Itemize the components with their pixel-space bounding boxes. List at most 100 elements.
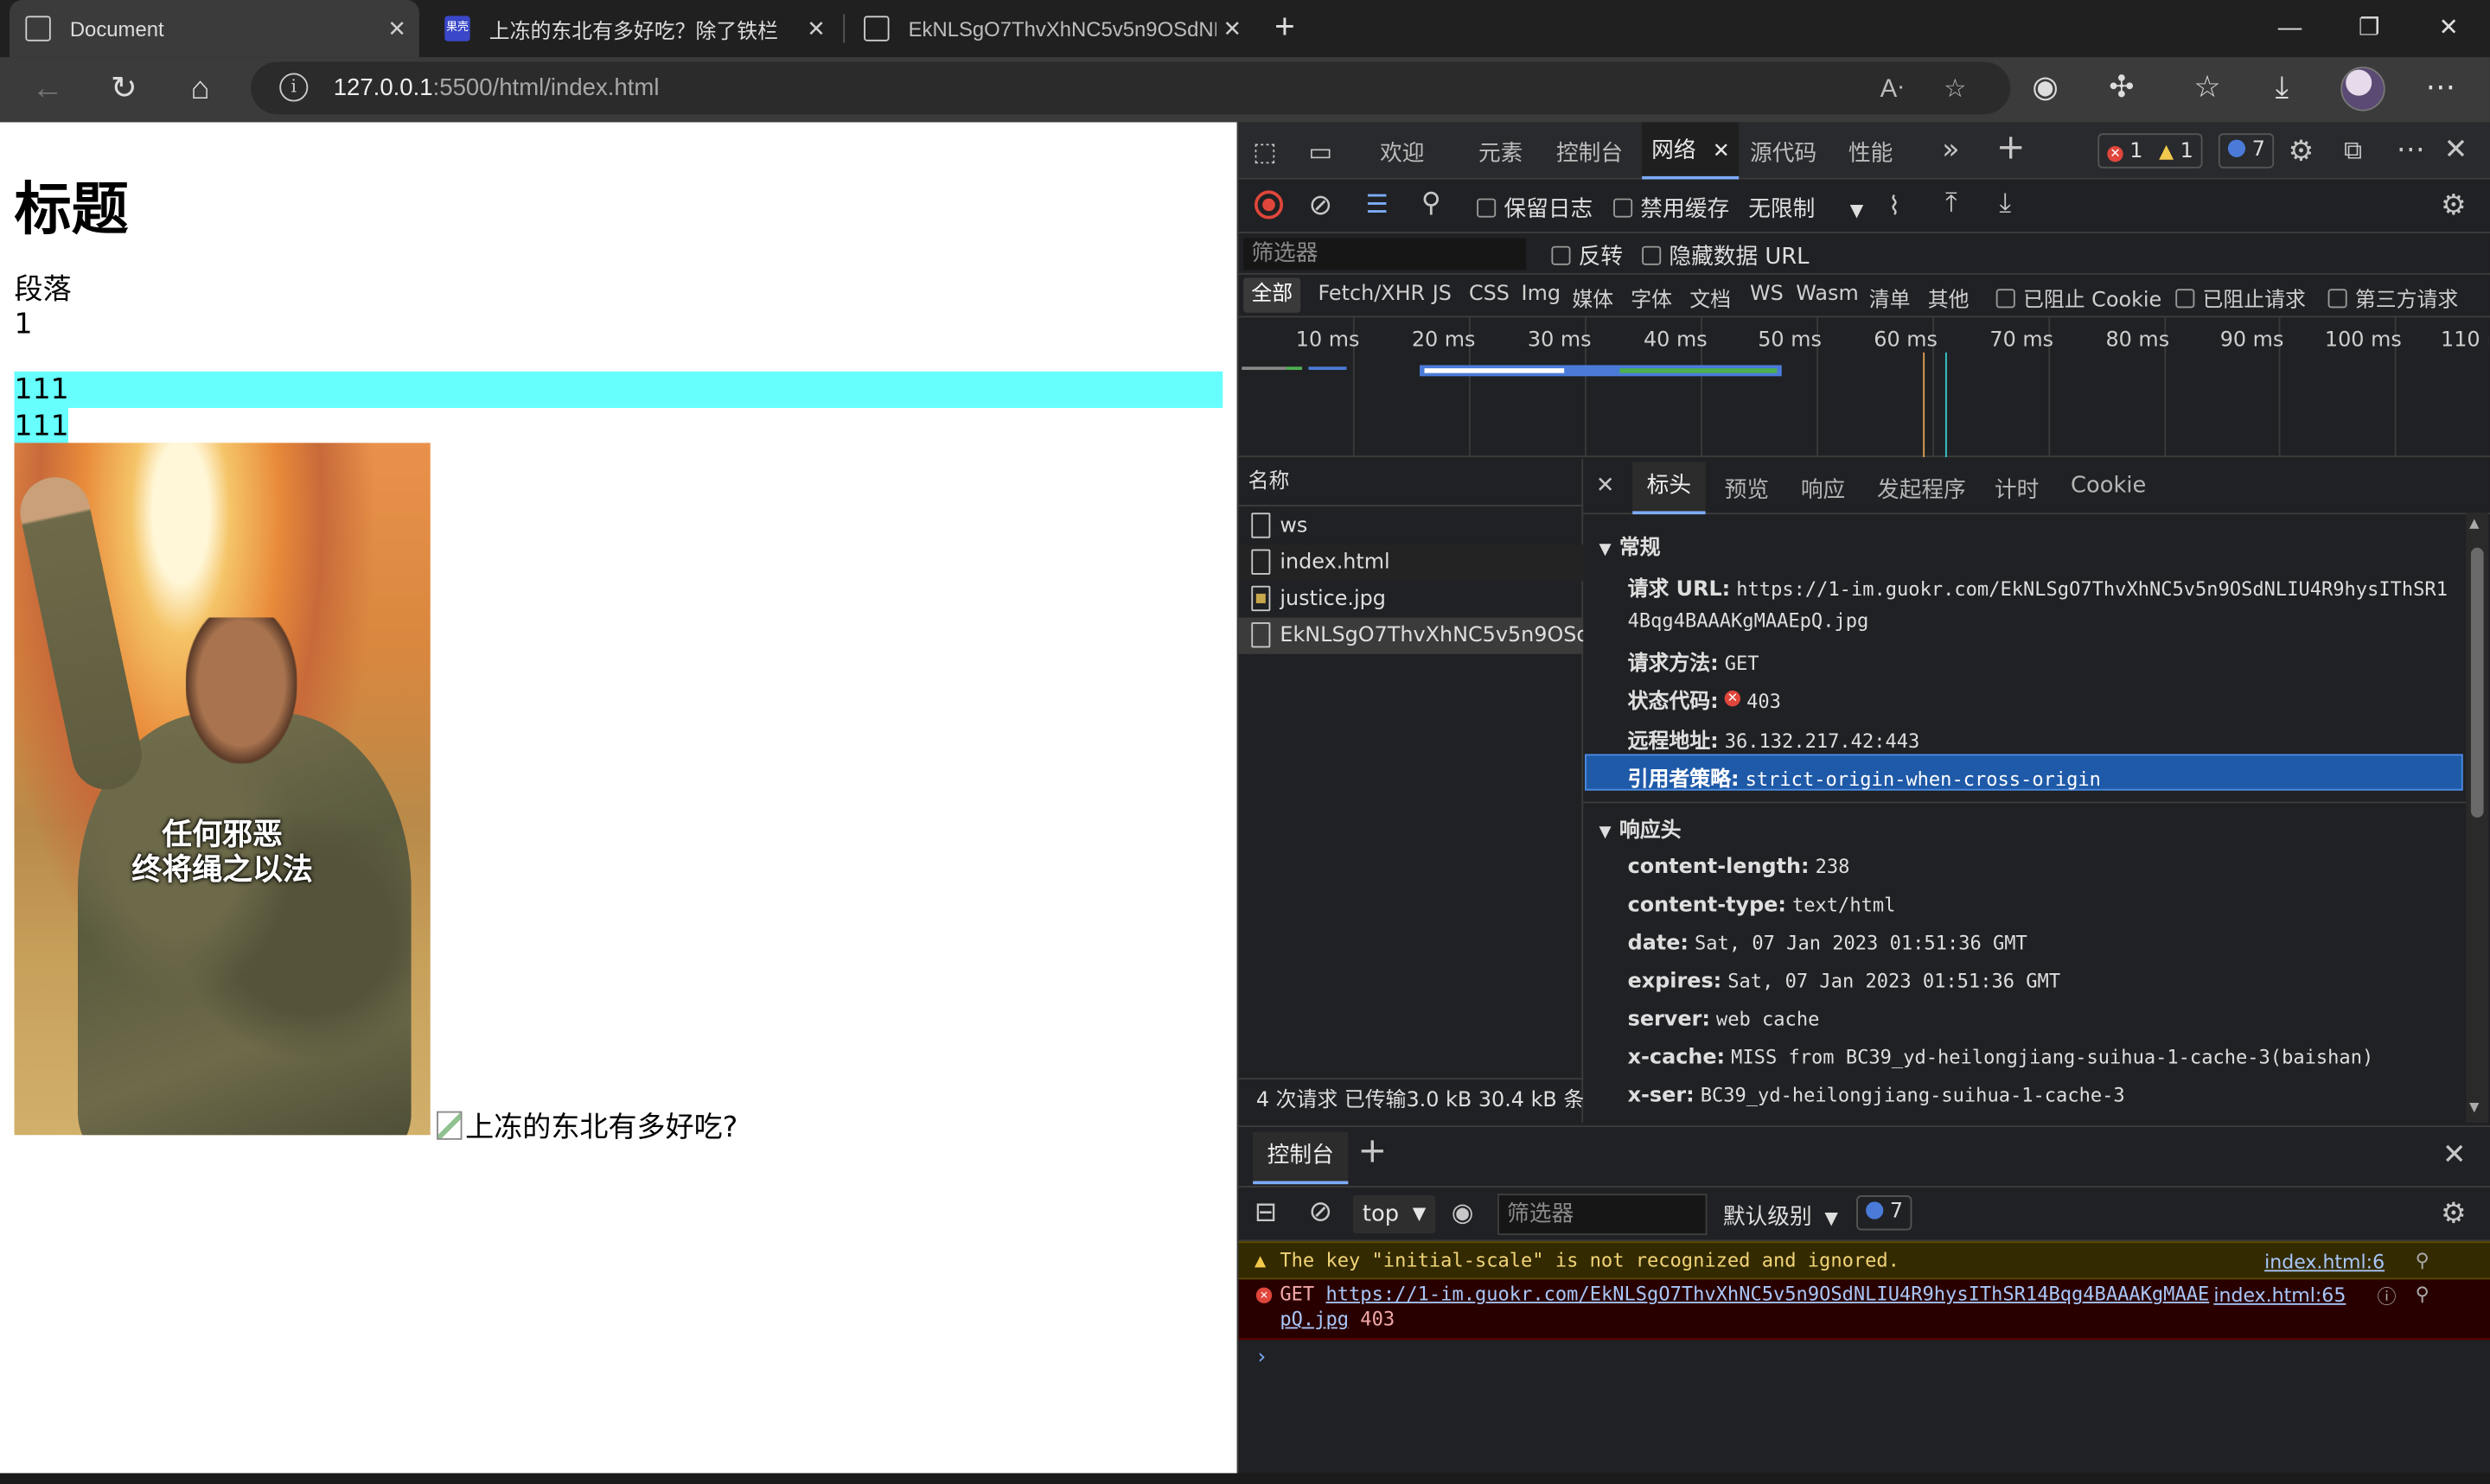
- type-all[interactable]: 全部: [1243, 277, 1301, 313]
- scroll-thumb[interactable]: [2470, 547, 2484, 818]
- invert-checkbox[interactable]: 反转: [1551, 239, 1623, 271]
- disable-cache-checkbox[interactable]: 禁用缓存: [1613, 192, 1729, 224]
- tab-cookies[interactable]: Cookie: [2071, 473, 2146, 498]
- settings-icon[interactable]: ⚙: [2289, 135, 2314, 169]
- close-icon[interactable]: ✕: [801, 15, 833, 41]
- tab-elements[interactable]: 元素: [1478, 137, 1523, 169]
- network-timeline[interactable]: 10 ms 20 ms 30 ms 40 ms 50 ms 60 ms 70 m…: [1238, 317, 2490, 457]
- downloads-icon[interactable]: ⤓: [2261, 70, 2302, 111]
- type-fetch-xhr[interactable]: Fetch/XHR: [1318, 283, 1425, 307]
- window-close-icon[interactable]: ✕: [2410, 0, 2487, 57]
- site-info-icon[interactable]: i: [279, 73, 309, 102]
- info-badge[interactable]: 7: [2218, 133, 2275, 169]
- tab-performance[interactable]: 性能: [1848, 137, 1893, 169]
- more-icon[interactable]: ⋯: [2420, 70, 2461, 111]
- tab-console[interactable]: 控制台: [1556, 137, 1623, 169]
- scroll-down-icon[interactable]: ▼: [2469, 1100, 2479, 1115]
- profile-avatar[interactable]: [2340, 67, 2385, 111]
- request-row[interactable]: ws: [1239, 508, 1584, 545]
- close-icon[interactable]: ✕: [1216, 15, 1248, 41]
- type-js[interactable]: JS: [1433, 283, 1452, 307]
- type-wasm[interactable]: Wasm: [1796, 283, 1858, 307]
- detail-scrollbar[interactable]: ▲ ▼: [2466, 513, 2489, 1123]
- home-icon[interactable]: ⌂: [176, 67, 224, 114]
- scroll-up-icon[interactable]: ▲: [2469, 516, 2479, 531]
- type-css[interactable]: CSS: [1469, 283, 1510, 307]
- extensions-icon[interactable]: ✣: [2101, 70, 2142, 111]
- blocked-requests-checkbox[interactable]: 已阻止请求: [2175, 283, 2306, 313]
- browser-tab-guokr[interactable]: 果壳 上冻的东北有多好吃？除了铁栏 ✕: [429, 0, 839, 57]
- import-har-icon[interactable]: ⤒: [1945, 188, 1957, 220]
- tab-welcome[interactable]: 欢迎: [1380, 137, 1424, 169]
- type-font[interactable]: 字体: [1631, 283, 1672, 313]
- live-expression-icon[interactable]: ◉: [1452, 1197, 1474, 1227]
- dock-icon[interactable]: ⧉: [2344, 135, 2362, 167]
- export-har-icon[interactable]: ⤓: [1999, 188, 2011, 220]
- record-icon[interactable]: [1254, 190, 1284, 220]
- device-emulation-icon[interactable]: ▭: [1308, 137, 1332, 167]
- add-drawer-tool-icon[interactable]: +: [1357, 1132, 1387, 1172]
- address-url[interactable]: 127.0.0.1:5500/html/index.html: [334, 74, 660, 101]
- close-icon[interactable]: ✕: [1596, 473, 1615, 498]
- third-party-checkbox[interactable]: 第三方请求: [2327, 283, 2458, 313]
- close-icon[interactable]: ✕: [1713, 140, 1730, 164]
- restore-icon[interactable]: ❐: [2331, 0, 2407, 57]
- sidebar-toggle-icon[interactable]: ⊟: [1255, 1197, 1277, 1229]
- browser-tab-image[interactable]: EkNLSgO7ThvXhNC5v5n9OSdNL ✕: [848, 0, 1255, 57]
- info-circle-icon[interactable]: ⓘ: [2378, 1283, 2397, 1309]
- error-url[interactable]: https://1-im.guokr.com/EkNLSgO7ThvXhNC5v…: [1326, 1283, 2210, 1305]
- tab-timing[interactable]: 计时: [1995, 473, 2039, 505]
- inspect-element-icon[interactable]: ⬚: [1253, 137, 1277, 167]
- more-tabs-icon[interactable]: »: [1942, 133, 1959, 167]
- tab-sources[interactable]: 源代码: [1750, 137, 1816, 169]
- filter-icon[interactable]: ☰: [1366, 189, 1389, 220]
- tab-response[interactable]: 响应: [1801, 473, 1845, 505]
- search-icon[interactable]: ⚲: [2416, 1243, 2429, 1277]
- error-url-cont[interactable]: pQ.jpg: [1280, 1308, 1349, 1330]
- error-source-link[interactable]: index.html:65: [2213, 1284, 2346, 1307]
- type-manifest[interactable]: 清单: [1869, 283, 1911, 313]
- tab-headers[interactable]: 标头: [1632, 462, 1706, 515]
- network-conditions-icon[interactable]: ⌇: [1888, 190, 1900, 220]
- preserve-log-checkbox[interactable]: 保留日志: [1477, 192, 1593, 224]
- search-icon[interactable]: ⚲: [1421, 188, 1441, 220]
- search-icon[interactable]: ⚲: [2416, 1283, 2429, 1305]
- close-icon[interactable]: ✕: [381, 15, 413, 41]
- refresh-icon[interactable]: ↻: [100, 67, 148, 114]
- referrer-policy-row[interactable]: 引用者策略: strict-origin-when-cross-origin: [1628, 762, 2101, 793]
- request-row[interactable]: index.html: [1238, 544, 1584, 582]
- new-tab-icon[interactable]: +: [1264, 7, 1306, 49]
- response-headers-section-header[interactable]: ▼ 响应头: [1599, 812, 1682, 844]
- request-list-header[interactable]: 名称: [1238, 459, 1584, 506]
- type-doc[interactable]: 文档: [1689, 283, 1731, 313]
- issues-badge[interactable]: ✕ 1 ▲ 1: [2097, 133, 2203, 169]
- tab-network[interactable]: 网络 ✕: [1642, 122, 1740, 180]
- back-icon[interactable]: ←: [24, 67, 72, 114]
- close-devtools-icon[interactable]: ✕: [2444, 133, 2468, 167]
- context-select[interactable]: top ▼: [1352, 1195, 1436, 1234]
- general-section-header[interactable]: ▼ 常规: [1599, 530, 1661, 561]
- extension-game-icon[interactable]: ◉: [2025, 70, 2066, 111]
- console-message-count[interactable]: 7: [1856, 1195, 1913, 1231]
- clear-icon[interactable]: ⊘: [1308, 189, 1332, 223]
- console-filter-input[interactable]: 筛选器: [1497, 1194, 1708, 1235]
- request-row-selected[interactable]: EkNLSgO7ThvXhNC5v5n9OSd...: [1238, 617, 1584, 654]
- console-settings-icon[interactable]: ⚙: [2441, 1197, 2467, 1231]
- favorite-add-icon[interactable]: ☆: [1944, 73, 1966, 105]
- type-other[interactable]: 其他: [1928, 283, 1970, 313]
- console-prompt-icon[interactable]: ›: [1258, 1347, 1267, 1371]
- add-tool-icon[interactable]: +: [1996, 129, 2026, 169]
- network-settings-icon[interactable]: ⚙: [2441, 189, 2467, 223]
- clear-console-icon[interactable]: ⊘: [1308, 1195, 1332, 1229]
- read-aloud-icon[interactable]: Aᐧ: [1880, 73, 1904, 105]
- log-level-select[interactable]: 默认级别 ▼: [1723, 1201, 1838, 1232]
- blocked-cookies-checkbox[interactable]: 已阻止 Cookie: [1995, 283, 2161, 313]
- tab-preview[interactable]: 预览: [1725, 473, 1769, 505]
- tab-initiator[interactable]: 发起程序: [1877, 473, 1966, 505]
- favorites-icon[interactable]: ☆: [2187, 70, 2228, 111]
- filter-input[interactable]: 筛选器: [1243, 238, 1527, 271]
- type-img[interactable]: Img: [1522, 283, 1561, 307]
- throttle-select[interactable]: 无限制 ▼: [1748, 192, 1863, 224]
- minimize-icon[interactable]: —: [2251, 0, 2327, 57]
- more-options-icon[interactable]: ⋯: [2397, 133, 2425, 167]
